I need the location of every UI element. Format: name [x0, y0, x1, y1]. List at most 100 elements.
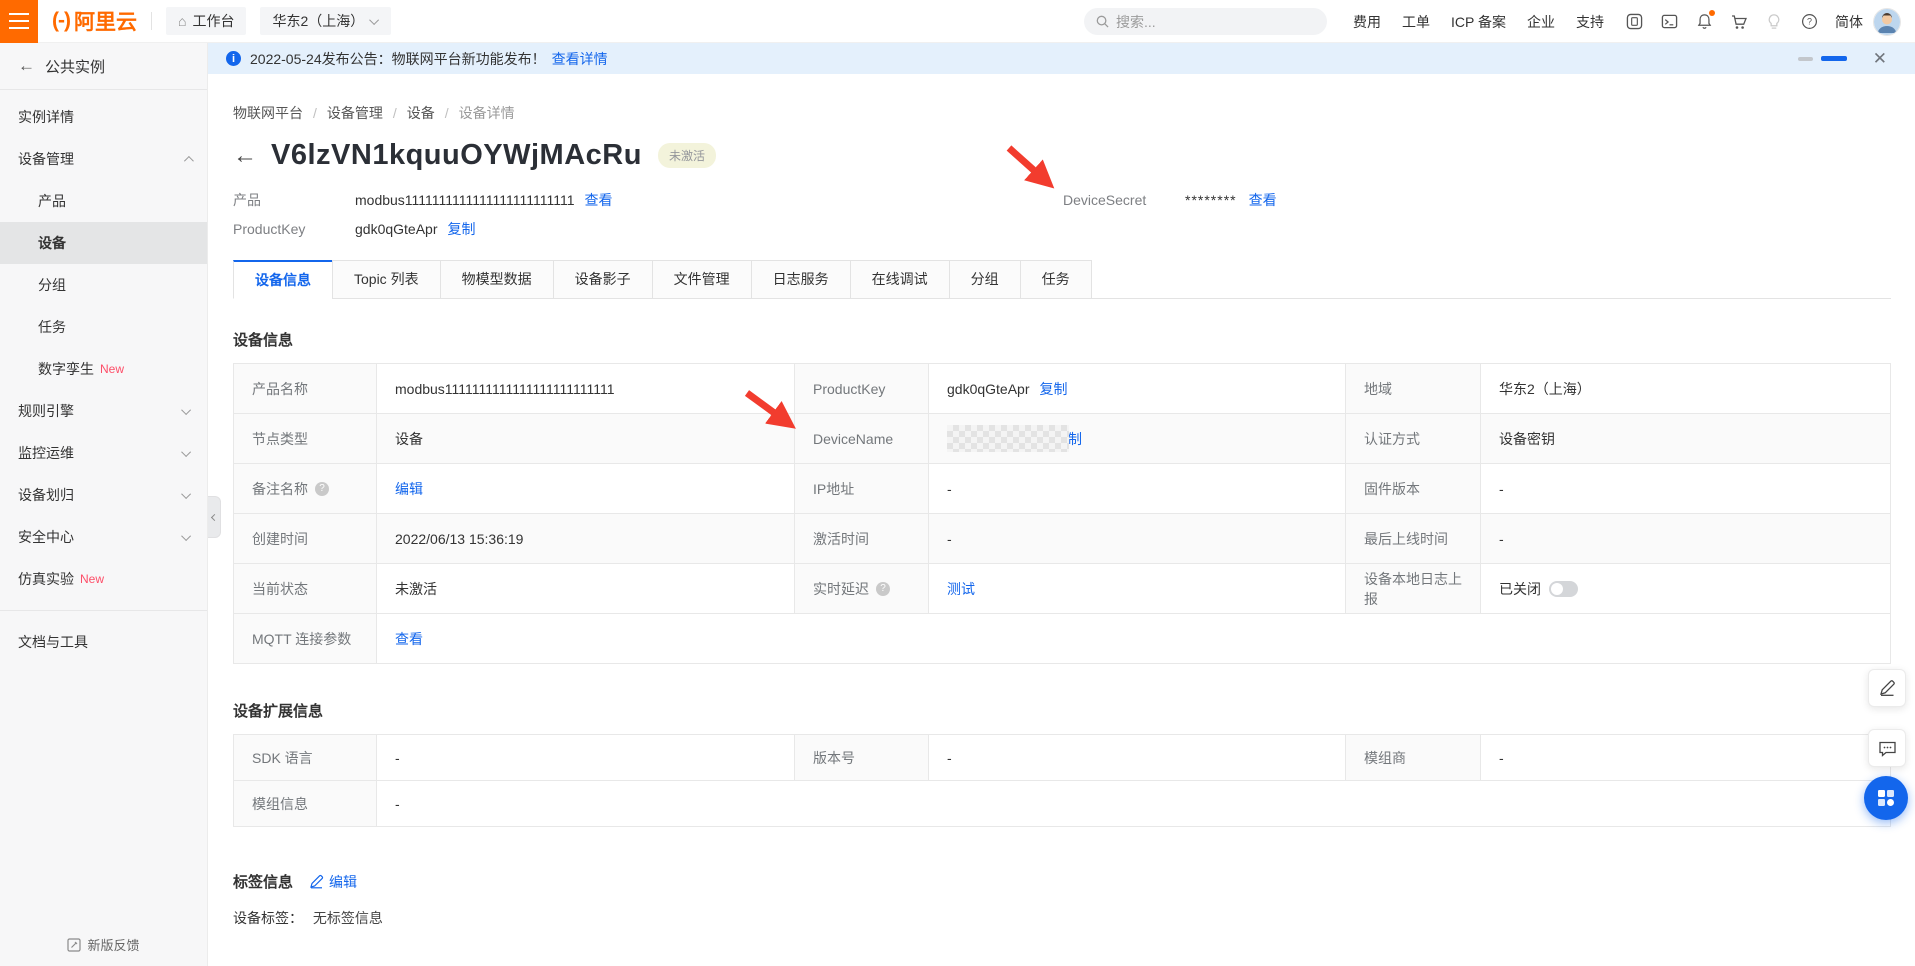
table-row: 产品名称modbus1111111111111111111111111Produ…: [234, 364, 1890, 414]
tab-Topic 列表[interactable]: Topic 列表: [332, 260, 441, 299]
sidebar-item-分组[interactable]: 分组: [0, 264, 207, 306]
cell-action-link[interactable]: 测试: [947, 579, 975, 599]
page: (-) 阿里云 ⌂ 工作台 华东2（上海） 搜索... 费用 工单 ICP 备案…: [0, 0, 1915, 966]
widget-launcher-button[interactable]: [1864, 776, 1908, 820]
cloudshell-icon[interactable]: [1660, 13, 1678, 31]
feedback-comment-button[interactable]: [1868, 729, 1906, 767]
cell-action-link[interactable]: 复制: [1040, 379, 1068, 399]
notification-dot: [1709, 10, 1715, 16]
cell-label: 产品名称: [234, 364, 376, 413]
sidebar-item-设备划归[interactable]: 设备划归: [0, 474, 207, 516]
chevron-down-icon: [181, 447, 191, 457]
comment-icon: [1878, 739, 1897, 758]
feedback-button[interactable]: 新版反馈: [0, 935, 207, 954]
tab-在线调试[interactable]: 在线调试: [850, 260, 950, 299]
tab-设备影子[interactable]: 设备影子: [553, 260, 653, 299]
sidebar-item-label: 仿真实验: [18, 569, 74, 589]
cell-label: 版本号: [794, 735, 928, 780]
sidebar-item-任务[interactable]: 任务: [0, 306, 207, 348]
tab-分组[interactable]: 分组: [949, 260, 1021, 299]
sidebar-item-仿真实验[interactable]: 仿真实验 New: [0, 558, 207, 600]
app-icon[interactable]: [1625, 13, 1643, 31]
help-icon[interactable]: ?: [1800, 13, 1818, 31]
back-arrow-icon[interactable]: ←: [233, 144, 257, 168]
cell-label-text: 激活时间: [813, 529, 869, 549]
cell-action-link[interactable]: 编辑: [395, 479, 423, 499]
lightbulb-icon[interactable]: [1765, 13, 1783, 31]
cell-value: -: [1480, 514, 1890, 563]
sidebar-collapse-handle[interactable]: [208, 496, 221, 538]
sidebar-item-产品[interactable]: 产品: [0, 180, 207, 222]
cell-value-text: 已关闭: [1499, 579, 1541, 599]
notifications-bell-icon[interactable]: [1695, 13, 1713, 31]
sidebar-item-规则引擎[interactable]: 规则引擎: [0, 390, 207, 432]
tab-文件管理[interactable]: 文件管理: [652, 260, 752, 299]
svg-text:?: ?: [1807, 17, 1812, 27]
workbench-button[interactable]: ⌂ 工作台: [166, 7, 246, 35]
cell-value-text: -: [1499, 481, 1504, 497]
breadcrumb-item[interactable]: 设备: [407, 103, 435, 123]
topbar-link-tickets[interactable]: 工单: [1402, 12, 1430, 32]
tag-edit-link[interactable]: 编辑: [329, 872, 357, 892]
cell-label: 模组商: [1345, 735, 1480, 780]
sidebar-item-实例详情[interactable]: 实例详情: [0, 96, 207, 138]
sidebar-item-设备管理[interactable]: 设备管理: [0, 138, 207, 180]
tab-任务[interactable]: 任务: [1020, 260, 1092, 299]
topbar-link-enterprise[interactable]: 企业: [1527, 12, 1555, 32]
cell-value-text: 华东2（上海）: [1499, 379, 1591, 399]
avatar[interactable]: [1873, 8, 1901, 36]
question-circle-icon[interactable]: ?: [315, 482, 329, 496]
announcement-dot-inactive[interactable]: [1798, 57, 1813, 61]
hamburger-menu-icon[interactable]: [0, 0, 38, 43]
sidebar-item-安全中心[interactable]: 安全中心: [0, 516, 207, 558]
edit-pencil-icon: [309, 874, 324, 889]
feedback-edit-button[interactable]: [1868, 669, 1906, 707]
cell-value-text: 未激活: [395, 579, 437, 599]
topbar-link-icp[interactable]: ICP 备案: [1451, 12, 1506, 32]
close-icon[interactable]: ✕: [1873, 50, 1887, 67]
announcement-detail-link[interactable]: 查看详情: [552, 49, 608, 69]
sidebar-item-监控运维[interactable]: 监控运维: [0, 432, 207, 474]
product-view-link[interactable]: 查看: [585, 190, 613, 210]
question-circle-icon[interactable]: ?: [876, 582, 890, 596]
back-arrow-icon[interactable]: ←: [18, 56, 35, 76]
search-input[interactable]: 搜索...: [1084, 8, 1327, 35]
sidebar-item-label: 数字孪生: [38, 359, 94, 379]
table-row: 备注名称?编辑IP地址-固件版本-: [234, 464, 1890, 514]
sidebar-item-label: 监控运维: [18, 443, 74, 463]
product-label: 产品: [233, 190, 355, 210]
announcement-dot-active[interactable]: [1821, 56, 1847, 61]
cell-label: MQTT 连接参数: [234, 614, 376, 663]
tab-日志服务[interactable]: 日志服务: [751, 260, 851, 299]
topbar-link-billing[interactable]: 费用: [1353, 12, 1381, 32]
cell-label-text: 当前状态: [252, 579, 308, 599]
breadcrumb-item[interactable]: 设备管理: [327, 103, 383, 123]
sidebar-item-文档与工具[interactable]: 文档与工具: [0, 621, 207, 663]
device-info-table: 产品名称modbus1111111111111111111111111Produ…: [233, 363, 1891, 664]
chevron-down-icon: [181, 405, 191, 415]
tab-物模型数据[interactable]: 物模型数据: [440, 260, 554, 299]
cell-label-text: 最后上线时间: [1364, 529, 1448, 549]
cart-icon[interactable]: [1730, 13, 1748, 31]
devicesecret-view-link[interactable]: 查看: [1249, 190, 1277, 210]
tab-设备信息[interactable]: 设备信息: [233, 260, 333, 299]
sidebar-item-数字孪生[interactable]: 数字孪生New: [0, 348, 207, 390]
breadcrumb-item[interactable]: 物联网平台: [233, 103, 303, 123]
table-row: 节点类型设备DeviceName复制认证方式设备密钥: [234, 414, 1890, 464]
toggle-switch[interactable]: [1549, 581, 1578, 597]
productkey-value: gdk0qGteApr: [355, 221, 438, 237]
device-title-row: ← V6lzVN1kquuOYWjMAcRu 未激活: [233, 139, 1891, 172]
aliyun-logo[interactable]: (-) 阿里云: [52, 6, 137, 36]
cell-action-link[interactable]: 查看: [395, 629, 423, 649]
productkey-copy-link[interactable]: 复制: [448, 219, 476, 239]
sidebar-item-label: 设备管理: [18, 149, 74, 169]
cell-label-text: 产品名称: [252, 379, 308, 399]
info-icon: i: [226, 51, 241, 66]
region-selector[interactable]: 华东2（上海）: [260, 7, 391, 35]
sidebar-item-设备[interactable]: 设备: [0, 222, 207, 264]
aliyun-logo-text: 阿里云: [74, 6, 137, 36]
topbar-link-support[interactable]: 支持: [1576, 12, 1604, 32]
cell-value: -: [376, 781, 1890, 826]
locale-switch[interactable]: 简体: [1835, 12, 1863, 32]
new-badge: New: [80, 572, 104, 586]
